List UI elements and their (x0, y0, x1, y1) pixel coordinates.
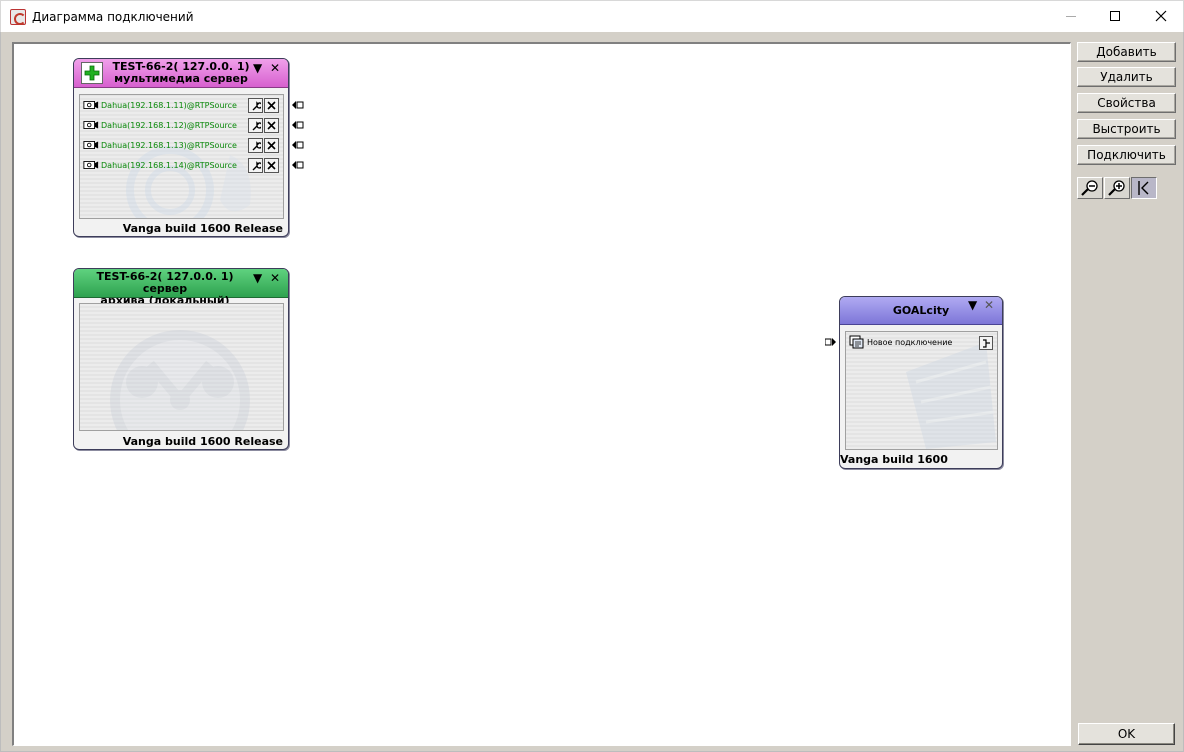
node-footer: Vanga build 1600 Release (840, 453, 948, 468)
node-header[interactable]: GOALcity ▼ ✕ (840, 297, 1002, 325)
client-area: TEST-66-2( 127.0.0. 1) мультимедиа серве… (0, 32, 1184, 752)
close-button[interactable] (1138, 1, 1184, 31)
list-item[interactable]: Новое подключение (849, 334, 952, 350)
remove-button[interactable] (264, 138, 279, 153)
source-label: Dahua(192.168.1.12)@RTPSource (101, 120, 237, 130)
output-port-icon[interactable] (292, 121, 304, 129)
connection-label: Новое подключение (867, 337, 953, 347)
fit-button[interactable] (1131, 177, 1157, 199)
remove-button[interactable] (264, 158, 279, 173)
node-goalcity[interactable]: GOALcity ▼ ✕ Vanga build 1600 Release (839, 296, 1003, 469)
collapse-button[interactable]: ▼ (253, 272, 262, 284)
close-icon (267, 101, 276, 110)
zoom-toolbar (1077, 177, 1158, 199)
wrench-icon (252, 140, 261, 150)
node-archive-server[interactable]: TEST-66-2( 127.0.0. 1) сервер архива (ло… (73, 268, 289, 450)
settings-button[interactable] (248, 158, 263, 173)
output-port-icon[interactable] (292, 161, 304, 169)
node-close-button[interactable]: ✕ (270, 62, 280, 74)
zoom-out-button[interactable] (1077, 177, 1103, 199)
connect-button[interactable]: Подключить (1077, 145, 1176, 165)
settings-button[interactable] (248, 98, 263, 113)
settings-button[interactable] (248, 138, 263, 153)
camera-icon (83, 121, 99, 129)
minimize-button[interactable] (1048, 1, 1094, 31)
remove-button[interactable] (264, 98, 279, 113)
close-icon (267, 141, 276, 150)
node-close-button[interactable]: ✕ (984, 299, 994, 311)
diagram-canvas[interactable]: TEST-66-2( 127.0.0. 1) мультимедиа серве… (12, 42, 1071, 746)
settings-button[interactable] (248, 118, 263, 133)
zoom-out-icon (1081, 180, 1098, 196)
plus-icon (84, 65, 100, 81)
delete-button[interactable]: Удалить (1077, 67, 1176, 87)
collapse-button[interactable]: ▼ (253, 62, 262, 74)
add-button[interactable]: Добавить (1077, 42, 1176, 62)
source-label: Dahua(192.168.1.14)@RTPSource (101, 160, 237, 170)
input-port-icon[interactable] (825, 338, 837, 346)
list-item[interactable]: Dahua(192.168.1.13)@RTPSource (83, 137, 237, 153)
camera-icon (83, 161, 99, 169)
wrench-icon (252, 160, 261, 170)
node-title-line1: TEST-66-2( 127.0.0. 1) сервер (96, 270, 234, 295)
node-close-button[interactable]: ✕ (270, 272, 280, 284)
maximize-icon (1110, 11, 1120, 21)
node-body (79, 303, 284, 431)
close-icon (267, 161, 276, 170)
branch-icon (982, 338, 990, 348)
node-header[interactable]: TEST-66-2( 127.0.0. 1) мультимедиа серве… (74, 59, 288, 88)
close-icon (1155, 10, 1167, 22)
window-title: Диаграмма подключений (32, 10, 194, 24)
output-port-icon[interactable] (292, 141, 304, 149)
connection-settings-button[interactable] (979, 336, 993, 350)
collapse-button[interactable]: ▼ (968, 299, 977, 311)
node-title-line2: мультимедиа сервер (114, 72, 248, 85)
close-icon (267, 121, 276, 130)
node-footer: Vanga build 1600 Release (122, 435, 283, 448)
arrange-button[interactable]: Выстроить (1077, 119, 1176, 139)
title-bar: Диаграмма подключений (0, 0, 1184, 32)
list-item[interactable]: Dahua(192.168.1.14)@RTPSource (83, 157, 237, 173)
film-reel-icon (110, 330, 250, 430)
app-icon (10, 9, 26, 25)
properties-button[interactable]: Свойства (1077, 93, 1176, 113)
node-title: GOALcity (892, 304, 950, 317)
output-port-icon[interactable] (292, 101, 304, 109)
minimize-icon (1066, 15, 1076, 17)
zoom-in-button[interactable] (1104, 177, 1130, 199)
remove-button[interactable] (264, 118, 279, 133)
camera-icon (83, 141, 99, 149)
zoom-in-icon (1108, 180, 1125, 196)
wrench-icon (252, 100, 261, 110)
camera-icon (83, 101, 99, 109)
add-source-button[interactable] (81, 62, 103, 84)
node-header[interactable]: TEST-66-2( 127.0.0. 1) сервер архива (ло… (74, 269, 288, 307)
source-label: Dahua(192.168.1.13)@RTPSource (101, 140, 237, 150)
fit-icon (1138, 181, 1149, 195)
ok-button[interactable]: OK (1078, 723, 1175, 745)
list-item[interactable]: Dahua(192.168.1.12)@RTPSource (83, 117, 237, 133)
list-item[interactable]: Dahua(192.168.1.11)@RTPSource (83, 97, 237, 113)
connection-icon (849, 335, 864, 349)
wrench-icon (252, 120, 261, 130)
node-footer: Vanga build 1600 Release (122, 222, 283, 235)
source-label: Dahua(192.168.1.11)@RTPSource (101, 100, 237, 110)
maximize-button[interactable] (1092, 1, 1138, 31)
